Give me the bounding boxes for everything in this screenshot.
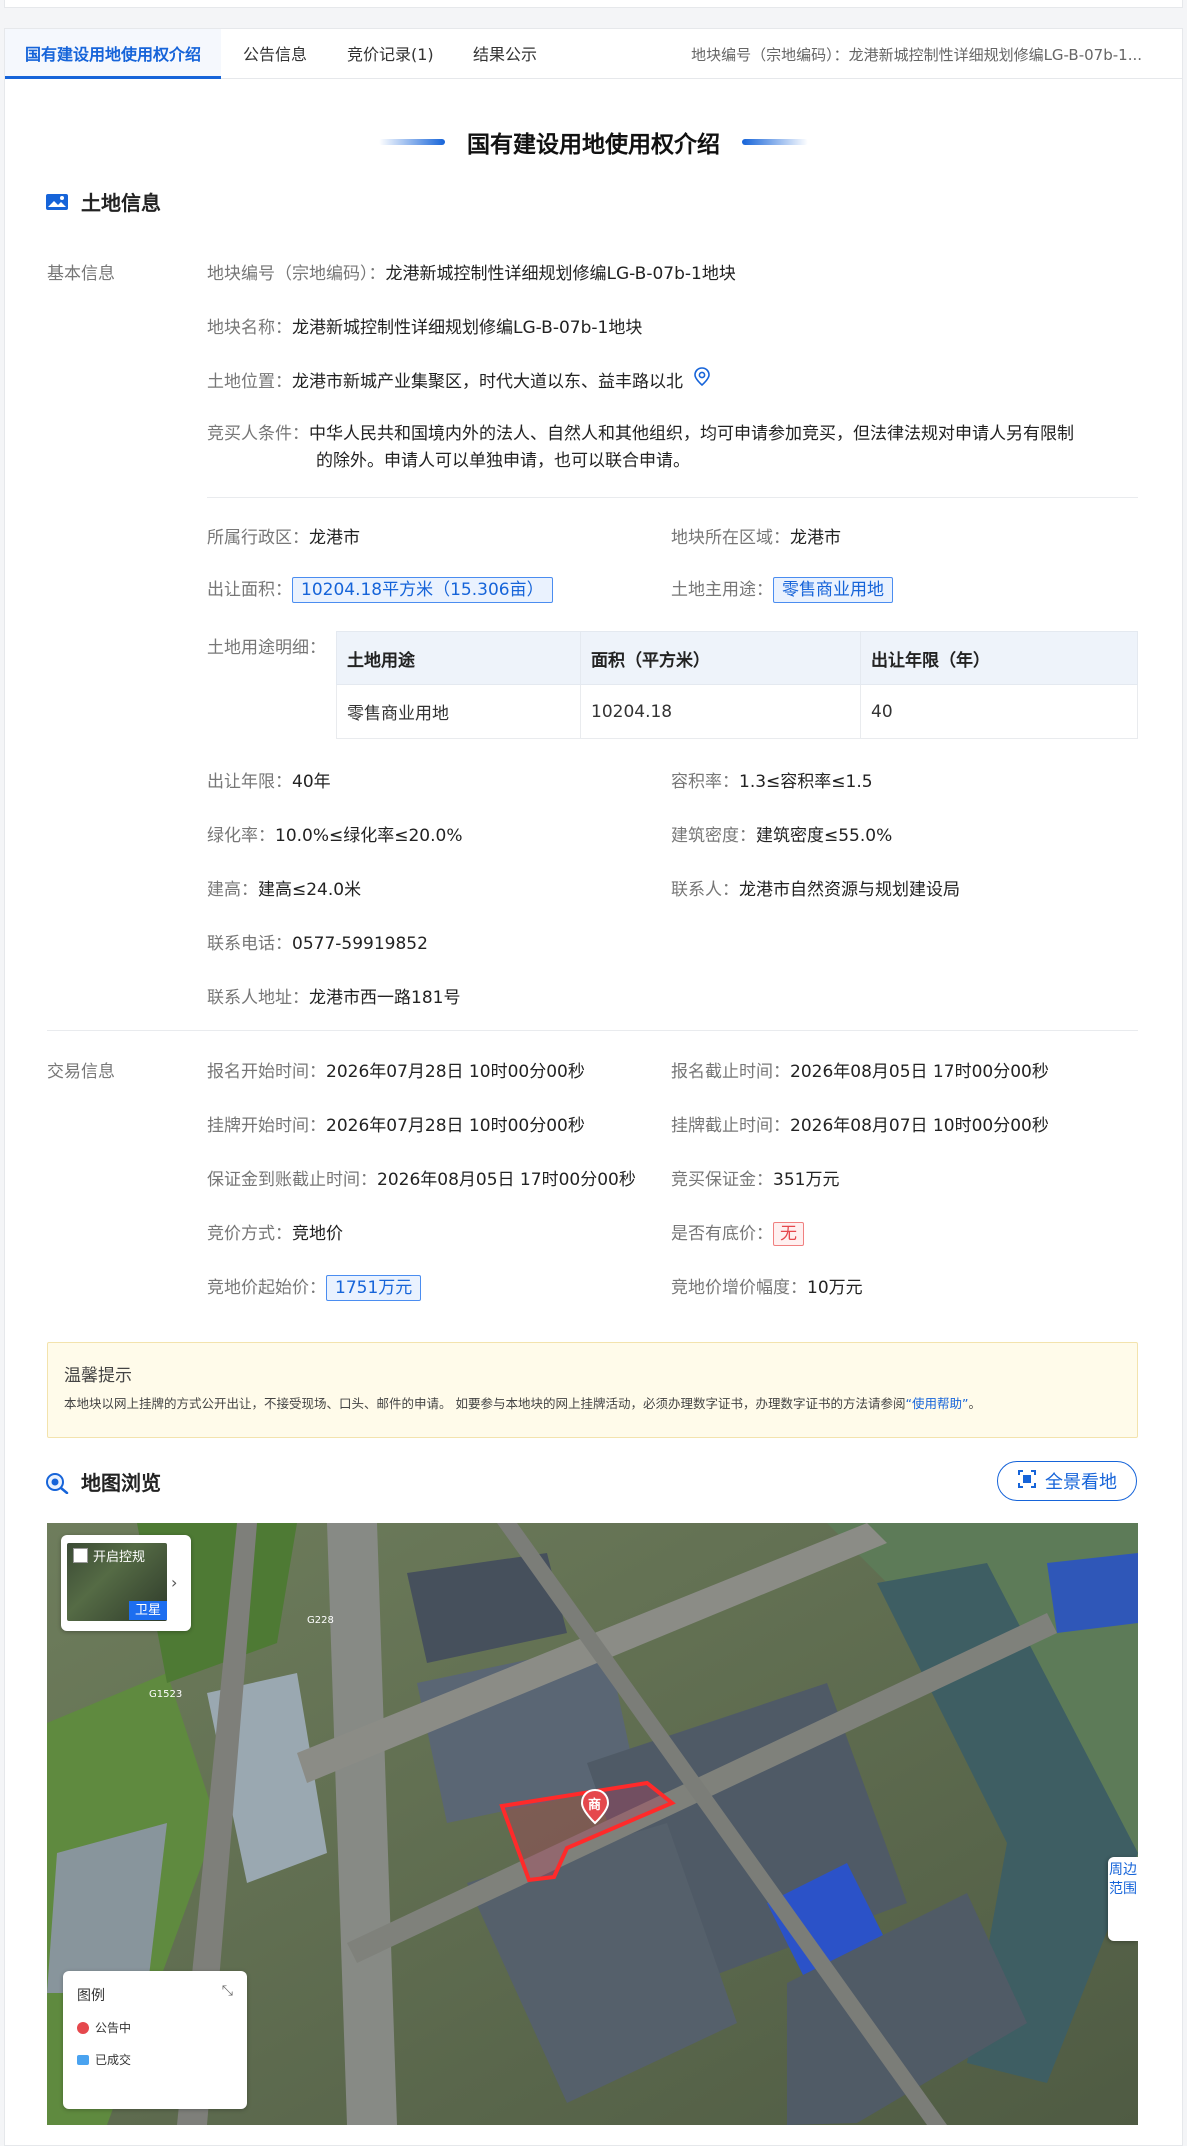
svg-text:G1523: G1523 [149, 1689, 182, 1700]
reg-start-row: 报名开始时间：2026年07月28日 10时00分00秒 [207, 1062, 585, 1082]
list-end-row: 挂牌截止时间：2026年08月07日 10时00分00秒 [671, 1116, 1049, 1136]
location-row: 土地位置： 龙港市新城产业集聚区，时代大道以东、益丰路以北 [207, 367, 711, 392]
start-price-badge: 1751万元 [326, 1275, 422, 1301]
top-strip [4, 0, 1183, 8]
tab-bid-records[interactable]: 竞价记录(1) [347, 29, 434, 79]
deposit-deadline-row: 保证金到账截止时间：2026年08月05日 17时00分00秒 [207, 1170, 636, 1190]
term-row: 出让年限：40年 [207, 772, 331, 792]
surrounding-area-tab[interactable]: 周边范围 [1108, 1857, 1138, 1941]
page-title-text: 国有建设用地使用权介绍 [467, 132, 720, 158]
panorama-button[interactable]: 全景看地 [997, 1461, 1137, 1501]
announcing-icon [77, 2021, 89, 2034]
main-use-badge: 零售商业用地 [773, 577, 893, 603]
image-icon [45, 192, 69, 212]
table-header: 土地用途 [336, 631, 581, 685]
start-price-row: 竞地价起始价： 1751万元 [207, 1273, 422, 1301]
legend-title: 图例 [77, 1988, 105, 2004]
tip-title: 温馨提示 [64, 1366, 132, 1386]
contact-row: 联系人：龙港市自然资源与规划建设局 [671, 880, 960, 900]
satellite-badge[interactable]: 卫星 [129, 1601, 168, 1620]
green-row: 绿化率：10.0%≤绿化率≤20.0% [207, 826, 463, 846]
increment-row: 竞地价增价幅度：10万元 [671, 1278, 863, 1298]
tab-results[interactable]: 结果公示 [473, 29, 537, 79]
basic-info-label: 基本信息 [47, 264, 115, 284]
main-use-row: 土地主用途： 零售商业用地 [671, 575, 893, 603]
tab-announcement[interactable]: 公告信息 [243, 29, 307, 79]
tip-text: 本地块以网上挂牌的方式公开出让，不接受现场、口头、邮件的申请。 如要参与本地块的… [64, 1396, 981, 1411]
address-row: 联系人地址：龙港市西一路181号 [207, 988, 461, 1008]
main-panel: 国有建设用地使用权介绍 公告信息 竞价记录(1) 结果公示 地块编号（宗地编码）… [4, 28, 1183, 2146]
table-header: 面积（平方米） [580, 631, 861, 685]
parcel-code-row: 地块编号（宗地编码）：龙港新城控制性详细规划修编LG-B-07b-1地块 [207, 264, 736, 284]
map-layer-control[interactable]: 开启控规 卫星 › [61, 1535, 191, 1631]
height-row: 建高：建高≤24.0米 [207, 880, 362, 900]
bidding-marker-icon[interactable]: 商 [580, 1788, 610, 1829]
list-start-row: 挂牌开始时间：2026年07月28日 10时00分00秒 [207, 1116, 585, 1136]
deposit-row: 竞买保证金：351万元 [671, 1170, 840, 1190]
chevron-right-icon[interactable]: › [171, 1573, 177, 1592]
reg-end-row: 报名截止时间：2026年08月05日 17时00分00秒 [671, 1062, 1049, 1082]
tab-parcel-code: 地块编号（宗地编码）：龙港新城控制性详细规划修编LG-B-07b-1... [691, 46, 1142, 64]
phone-row: 联系电话：0577-59919852 [207, 934, 428, 954]
density-row: 建筑密度：建筑密度≤55.0% [671, 826, 893, 846]
reserve-badge: 无 [773, 1222, 804, 1246]
regulation-label: 开启控规 [93, 1550, 146, 1565]
region-row: 地块所在区域：龙港市 [671, 528, 841, 548]
collapse-icon[interactable]: ⤡ [222, 1983, 233, 1999]
legend-item-announcing: 公告中 [77, 2019, 131, 2036]
tab-land-intro[interactable]: 国有建设用地使用权介绍 [5, 29, 222, 79]
table-cell: 10204.18 [580, 684, 861, 739]
table-row: 零售商业用地 10204.18 40 [336, 684, 1138, 739]
area-row: 出让面积： 10204.18平方米（15.306亩） [207, 575, 553, 603]
tip-box: 温馨提示 本地块以网上挂牌的方式公开出让，不接受现场、口头、邮件的申请。 如要参… [47, 1342, 1138, 1438]
land-use-table: 土地用途 面积（平方米） 出让年限（年） 零售商业用地 10204.18 40 [336, 631, 1138, 739]
map-legend: 图例 ⤡ 公告中 已成交 [63, 1971, 247, 2109]
location-pin-icon[interactable] [693, 367, 711, 392]
far-row: 容积率：1.3≤容积率≤1.5 [671, 772, 873, 792]
help-link[interactable]: “使用帮助” [905, 1396, 968, 1411]
regulation-checkbox[interactable] [73, 1548, 88, 1563]
area-badge: 10204.18平方米（15.306亩） [292, 577, 553, 603]
table-header: 出让年限（年） [860, 631, 1138, 685]
use-detail-label: 土地用途明细： [207, 638, 326, 658]
svg-text:G228: G228 [307, 1615, 334, 1626]
table-cell: 零售商业用地 [336, 684, 581, 739]
legend-item-sold: 已成交 [77, 2051, 131, 2068]
trade-info-label: 交易信息 [47, 1062, 115, 1082]
reserve-price-row: 是否有底价：无 [671, 1219, 804, 1246]
bid-method-row: 竞价方式：竞地价 [207, 1224, 343, 1244]
sold-icon [77, 2054, 89, 2065]
tab-bar: 国有建设用地使用权介绍 公告信息 竞价记录(1) 结果公示 地块编号（宗地编码）… [5, 29, 1182, 79]
satellite-map[interactable]: G1523 G228 商 开启控规 卫星 › 图例 ⤡ 公告中 已成交 周边范围 [47, 1523, 1138, 2125]
land-info-title: 土地信息 [45, 187, 161, 216]
panorama-icon [1017, 1469, 1037, 1494]
map-title: 地图浏览 [45, 1467, 161, 1496]
divider [207, 497, 1138, 498]
district-row: 所属行政区：龙港市 [207, 528, 360, 548]
divider [47, 1030, 1138, 1031]
search-map-icon [45, 1472, 69, 1494]
bidder-condition-row: 竞买人条件：中华人民共和国境内外的法人、自然人和其他组织，均可申请参加竞买，但法… [207, 424, 1074, 471]
page-title: 国有建设用地使用权介绍 [5, 125, 1182, 159]
parcel-name-row: 地块名称：龙港新城控制性详细规划修编LG-B-07b-1地块 [207, 318, 643, 338]
table-cell: 40 [860, 684, 1138, 739]
